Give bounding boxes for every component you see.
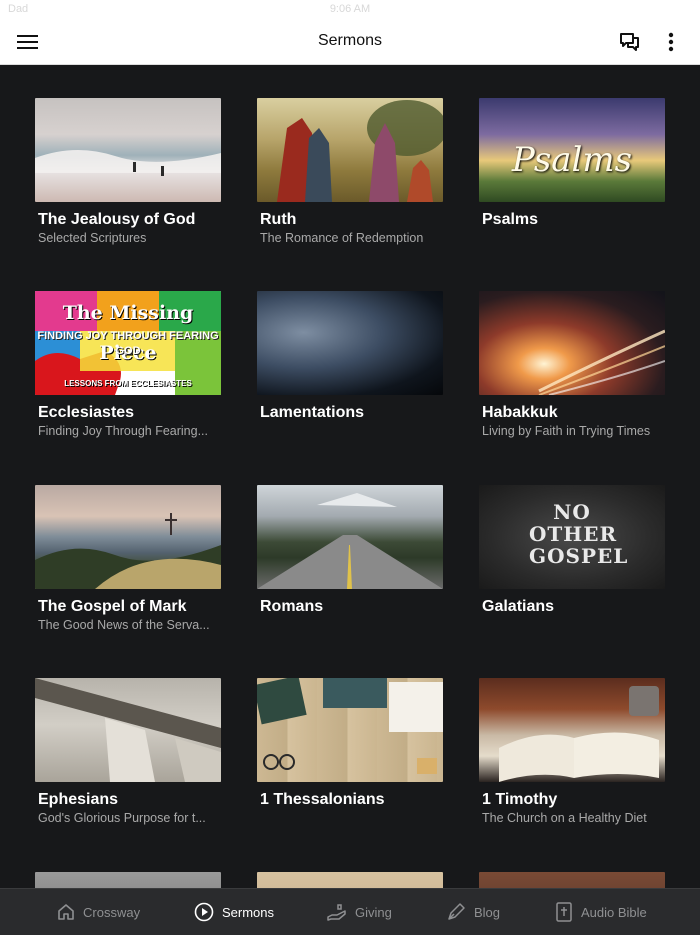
sermon-thumbnail [479, 291, 665, 395]
sermon-card[interactable]: NO OTHER GOSPEL Galatians [479, 485, 665, 618]
chat-icon [620, 33, 639, 51]
desk-typewriter-image [257, 678, 443, 774]
tab-audio-bible[interactable]: Audio Bible [555, 889, 647, 935]
pen-icon [446, 902, 466, 922]
sermon-card[interactable]: The Gospel of Mark The Good News of the … [35, 485, 221, 632]
tab-giving[interactable]: Giving [327, 889, 392, 935]
mountain-cross-image [35, 513, 221, 589]
sermon-thumbnail: Psalms [479, 98, 665, 202]
sermon-subtitle: Living by Faith in Trying Times [482, 424, 651, 438]
sermon-card[interactable]: Habakkuk Living by Faith in Trying Times [479, 291, 665, 438]
thumbnail-art-text: Psalms [511, 140, 633, 180]
sermon-thumbnail [35, 98, 221, 202]
tab-label: Sermons [222, 904, 275, 920]
more-vertical-icon [668, 32, 674, 52]
tab-sermons[interactable]: Sermons [194, 889, 274, 935]
sermon-title: The Gospel of Mark [38, 598, 187, 615]
sermon-card[interactable]: The Jealousy of God Selected Scriptures [35, 98, 221, 245]
bottom-tab-bar: Crossway Sermons Giving Blog Audio Bible [0, 888, 700, 935]
open-bible-image [499, 686, 659, 782]
bible-icon [555, 902, 573, 922]
sermon-subtitle: The Romance of Redemption [260, 231, 424, 245]
tab-crossway[interactable]: Crossway [57, 889, 140, 935]
sermon-card[interactable]: Romans [257, 485, 443, 618]
sermon-thumbnail: NO OTHER GOSPEL [479, 485, 665, 589]
forest-road-image [257, 493, 443, 589]
sermon-grid: The Jealousy of God Selected Scriptures … [0, 65, 700, 888]
sermon-title: 1 Timothy [482, 791, 558, 808]
sermon-card[interactable] [479, 872, 665, 888]
sermon-thumbnail [257, 291, 443, 395]
home-icon [57, 903, 75, 921]
chat-button[interactable] [614, 26, 646, 58]
sermon-thumbnail [257, 678, 443, 782]
sermon-thumbnail [479, 678, 665, 782]
sermon-card[interactable]: Ephesians God's Glorious Purpose for t..… [35, 678, 221, 825]
beach-waves-image [35, 149, 221, 176]
sermon-title: Romans [260, 598, 324, 615]
sermon-title: Ecclesiastes [38, 404, 135, 421]
thumbnail-art-subtext: FINDING JOY THROUGH FEARING GOD [37, 330, 219, 357]
light-trails-image [538, 329, 665, 395]
sermon-card[interactable]: Ruth The Romance of Redemption [257, 98, 443, 245]
sermon-card[interactable]: 1 Thessalonians [257, 678, 443, 811]
sermon-thumbnail [257, 98, 443, 202]
sermon-thumbnail [35, 485, 221, 589]
sermon-subtitle: Finding Joy Through Fearing... [38, 424, 209, 438]
top-app-bar: Sermons [0, 20, 700, 65]
sermon-card[interactable] [257, 872, 443, 888]
sermon-card[interactable]: Psalms Psalms [479, 98, 665, 231]
clock: 9:06 AM [329, 3, 371, 15]
tab-label: Audio Bible [581, 904, 647, 920]
play-circle-icon [194, 902, 214, 922]
tab-label: Giving [355, 904, 392, 920]
sermon-title: Ephesians [38, 791, 119, 808]
sermon-title: 1 Thessalonians [260, 791, 385, 808]
sermon-title: The Jealousy of God [38, 211, 196, 228]
sermon-thumbnail [479, 872, 665, 888]
page-title: Sermons [317, 32, 383, 49]
sermon-subtitle: God's Glorious Purpose for t... [38, 811, 206, 825]
sermon-card[interactable] [35, 872, 221, 888]
status-bar: Dad 9:06 AM [0, 0, 700, 20]
sermon-card[interactable]: The Missing Piece FINDING JOY THROUGH FE… [35, 291, 221, 438]
tab-blog[interactable]: Blog [446, 889, 500, 935]
giving-hand-icon [327, 902, 347, 922]
sermon-title: Galatians [482, 598, 555, 615]
ruth-painting-image [277, 100, 443, 202]
tab-label: Crossway [83, 904, 141, 920]
thumbnail-art-text: NO OTHER GOSPEL [529, 500, 629, 568]
sermon-thumbnail [257, 485, 443, 589]
sermon-card[interactable]: Lamentations [257, 291, 443, 424]
thumbnail-art-caption: LESSONS FROM ECCLESIASTES [64, 379, 192, 388]
sermon-thumbnail [35, 678, 221, 782]
thumbnail-art-text: The Missing Piece [62, 302, 194, 364]
sermon-title: Ruth [260, 211, 297, 228]
sermon-subtitle: The Church on a Healthy Diet [482, 811, 647, 825]
sermon-title: Lamentations [260, 404, 365, 421]
sermon-subtitle: Selected Scriptures [38, 231, 147, 245]
sermon-subtitle: The Good News of the Serva... [38, 618, 210, 632]
sermon-thumbnail: The Missing Piece FINDING JOY THROUGH FE… [35, 291, 221, 395]
sermon-thumbnail [35, 872, 221, 888]
sermon-title: Habakkuk [482, 404, 558, 421]
sermon-card[interactable]: 1 Timothy The Church on a Healthy Diet [479, 678, 665, 825]
column-architecture-image [35, 678, 221, 782]
tab-label: Blog [474, 904, 501, 920]
sermon-title: Psalms [482, 211, 539, 228]
more-options-button[interactable] [655, 26, 687, 58]
sermon-thumbnail [257, 872, 443, 888]
